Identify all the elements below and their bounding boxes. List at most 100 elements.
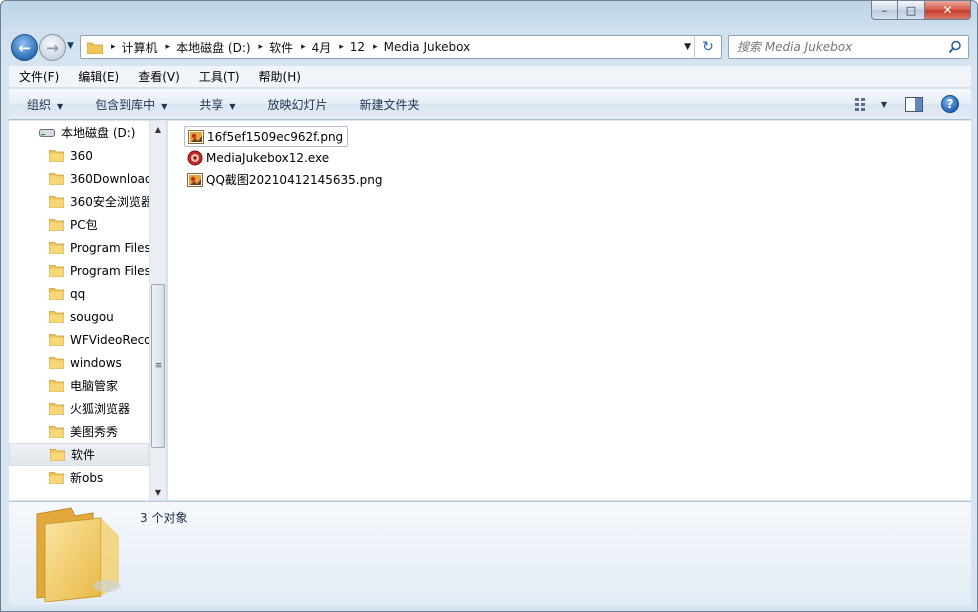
- folder-icon: [49, 219, 64, 231]
- breadcrumb-separator[interactable]: ▸: [301, 42, 306, 52]
- tree-item-folder[interactable]: 360: [9, 144, 149, 167]
- tree-item-folder[interactable]: 美图秀秀: [9, 420, 149, 443]
- navigation-row: ← → ▼ ▸ 计算机 ▸ 本地磁盘 (D:) ▸ 软件 ▸ 4月 ▸ 12 ▸ Media Juke…: [1, 31, 977, 63]
- breadcrumb-item[interactable]: 软件: [269, 39, 293, 56]
- slideshow-button[interactable]: 放映幻灯片: [250, 96, 342, 113]
- new-folder-button[interactable]: 新建文件夹: [342, 96, 434, 113]
- tree-item-label: 电脑管家: [70, 379, 119, 393]
- folder-icon: [49, 288, 64, 300]
- png-image-icon: [188, 129, 204, 144]
- recent-pages-dropdown[interactable]: ▼: [67, 41, 74, 51]
- file-item[interactable]: QQ截图20210412145635.png: [184, 169, 386, 190]
- folder-icon: [49, 150, 64, 162]
- tree-item-folder[interactable]: 360Download: [9, 167, 149, 190]
- tree-scrollbar[interactable]: ▲ ≡ ▼: [149, 121, 166, 500]
- file-list: 16f5ef1509ec962f.png MediaJukebox12.exe QQ…: [168, 121, 971, 500]
- navigation-pane: 本地磁盘 (D:) 360 360Download 360安全浏览器 PC包 Progr…: [9, 121, 167, 500]
- tree-item-folder[interactable]: Program Files: [9, 236, 149, 259]
- search-input[interactable]: [737, 40, 947, 54]
- close-button[interactable]: ✕: [925, 1, 971, 20]
- search-icon[interactable]: [948, 40, 962, 54]
- preview-pane-icon[interactable]: [905, 96, 923, 112]
- file-item[interactable]: 16f5ef1509ec962f.png: [184, 126, 349, 147]
- tree-item-folder[interactable]: 360安全浏览器: [9, 190, 149, 213]
- scroll-thumb[interactable]: ≡: [151, 284, 165, 448]
- tree-item-label: 360Download: [70, 171, 149, 186]
- scroll-down-arrow[interactable]: ▼: [150, 484, 166, 500]
- tree-item-label: qq: [70, 286, 86, 301]
- address-bar[interactable]: ▸ 计算机 ▸ 本地磁盘 (D:) ▸ 软件 ▸ 4月 ▸ 12 ▸ Media Jukebox ▼ …: [80, 35, 722, 59]
- maximize-button[interactable]: □: [898, 1, 925, 20]
- tree-item-label: WFVideoRecorder: [70, 332, 149, 347]
- breadcrumb-separator[interactable]: ▸: [373, 42, 378, 52]
- view-options-dropdown[interactable]: ▼: [881, 100, 887, 109]
- folder-icon: [87, 42, 103, 54]
- file-item[interactable]: MediaJukebox12.exe: [184, 148, 333, 169]
- tree-item-label: 360: [70, 148, 93, 163]
- caption-buttons: – □ ✕: [871, 1, 971, 20]
- tree-item-label: 火狐浏览器: [70, 402, 131, 416]
- tree-item-label: 新obs: [70, 471, 104, 485]
- chevron-down-icon: ▼: [229, 101, 236, 111]
- folder-icon: [49, 357, 64, 369]
- tree-item-label: 本地磁盘 (D:): [61, 126, 136, 140]
- search-box[interactable]: [728, 35, 969, 59]
- png-image-icon: [187, 172, 203, 187]
- tree-item-label: Program Files: [70, 240, 149, 255]
- breadcrumb-item[interactable]: 本地磁盘 (D:): [176, 39, 250, 56]
- breadcrumb-item[interactable]: 4月: [312, 39, 332, 56]
- tree-item-folder[interactable]: windows: [9, 351, 149, 374]
- folder-icon: [49, 311, 64, 323]
- organize-label: 组织: [27, 97, 52, 112]
- breadcrumb-separator[interactable]: ▸: [111, 42, 116, 52]
- organize-button[interactable]: 组织 ▼: [9, 96, 77, 113]
- folder-icon: [49, 403, 64, 415]
- menu-edit[interactable]: 编辑(E): [68, 68, 128, 85]
- tree-item-folder[interactable]: WFVideoRecorder: [9, 328, 149, 351]
- tree-item-folder[interactable]: Program Files: [9, 259, 149, 282]
- share-button[interactable]: 共享 ▼: [181, 96, 249, 113]
- change-view-icon[interactable]: [854, 97, 871, 111]
- forward-button[interactable]: →: [39, 34, 66, 61]
- tree-item-folder[interactable]: sougou: [9, 305, 149, 328]
- tree-item-folder[interactable]: 电脑管家: [9, 374, 149, 397]
- folder-icon: [49, 242, 64, 254]
- minimize-button[interactable]: –: [871, 1, 898, 20]
- folder-icon: [49, 472, 64, 484]
- file-name: MediaJukebox12.exe: [206, 151, 330, 165]
- breadcrumb-separator[interactable]: ▸: [259, 42, 264, 52]
- tree-item-label: sougou: [70, 309, 114, 324]
- include-in-library-label: 包含到库中: [95, 97, 156, 112]
- menu-bar: 文件(F) 编辑(E) 查看(V) 工具(T) 帮助(H): [9, 66, 971, 88]
- file-name: 16f5ef1509ec962f.png: [207, 129, 344, 144]
- tree-item-label: 美图秀秀: [70, 425, 119, 439]
- breadcrumb-separator[interactable]: ▸: [339, 42, 344, 52]
- breadcrumb-separator[interactable]: ▸: [166, 42, 171, 52]
- breadcrumb-item[interactable]: 计算机: [122, 39, 158, 56]
- back-button[interactable]: ←: [11, 34, 38, 61]
- include-in-library-button[interactable]: 包含到库中 ▼: [77, 96, 181, 113]
- folder-icon: [49, 173, 64, 185]
- tree-item-folder[interactable]: 新obs: [9, 466, 149, 489]
- menu-view[interactable]: 查看(V): [128, 68, 189, 85]
- refresh-button[interactable]: ↻: [694, 36, 721, 58]
- menu-tools[interactable]: 工具(T): [189, 68, 249, 85]
- command-bar-right: ▼ ?: [854, 89, 971, 119]
- chevron-down-icon: ▼: [161, 101, 168, 111]
- tree-item-folder[interactable]: qq: [9, 282, 149, 305]
- address-dropdown-icon[interactable]: ▼: [684, 42, 691, 52]
- tree-item-folder[interactable]: 软件: [9, 443, 149, 466]
- menu-help[interactable]: 帮助(H): [249, 68, 310, 85]
- hard-drive-icon: [39, 128, 55, 137]
- breadcrumb-item[interactable]: Media Jukebox: [384, 40, 471, 54]
- tree-item-drive[interactable]: 本地磁盘 (D:): [9, 121, 149, 144]
- help-icon[interactable]: ?: [941, 95, 959, 113]
- item-count: 3 个对象: [140, 511, 188, 525]
- menu-file[interactable]: 文件(F): [9, 68, 68, 85]
- tree-item-folder[interactable]: PC包: [9, 213, 149, 236]
- scroll-up-arrow[interactable]: ▲: [150, 121, 166, 137]
- folder-icon: [49, 426, 64, 438]
- tree-item-folder[interactable]: 火狐浏览器: [9, 397, 149, 420]
- file-name: QQ截图20210412145635.png: [206, 173, 383, 187]
- breadcrumb-item[interactable]: 12: [350, 40, 365, 54]
